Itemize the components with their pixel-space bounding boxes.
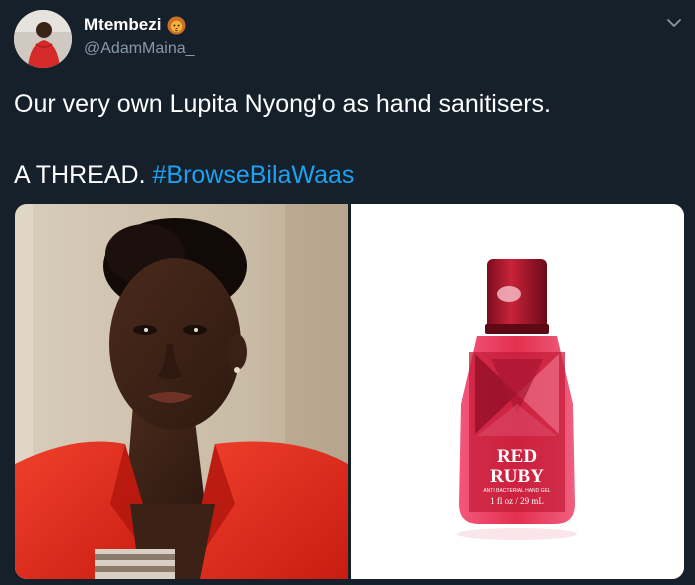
avatar-image (14, 10, 72, 68)
thread-label: A THREAD. (14, 161, 146, 189)
bottle-brand-line1: RED (497, 446, 537, 467)
portrait-photo (15, 204, 348, 579)
tweet-line-2: A THREAD. #BrowseBilaWaas (14, 159, 674, 191)
media-image-left[interactable] (15, 204, 348, 579)
media-image-right[interactable]: RED RUBY ANTI BACTERIAL HAND GEL 1 fl oz… (351, 204, 684, 579)
tweet-media[interactable]: RED RUBY ANTI BACTERIAL HAND GEL 1 fl oz… (15, 204, 684, 579)
sanitiser-bottle-photo: RED RUBY ANTI BACTERIAL HAND GEL 1 fl oz… (351, 204, 684, 579)
hashtag-link[interactable]: #BrowseBilaWaas (152, 161, 354, 189)
avatar[interactable] (14, 10, 72, 68)
tweet-card: Mtembezi @AdamMaina_ Our very own Lupita… (0, 0, 695, 585)
bottle-brand-line2: RUBY (490, 466, 544, 487)
user-handle[interactable]: @AdamMaina_ (84, 40, 195, 58)
tweet-text: Our very own Lupita Nyong'o as hand sani… (14, 88, 674, 191)
tweet-line-1: Our very own Lupita Nyong'o as hand sani… (14, 90, 551, 118)
chevron-down-icon[interactable] (665, 14, 683, 32)
bottle-small-text: ANTI BACTERIAL HAND GEL (483, 488, 551, 494)
bottle-volume: 1 fl oz / 29 mL (490, 496, 544, 506)
user-info[interactable]: Mtembezi @AdamMaina_ (84, 14, 195, 58)
display-name[interactable]: Mtembezi (84, 15, 161, 35)
lion-face-icon (167, 15, 186, 35)
